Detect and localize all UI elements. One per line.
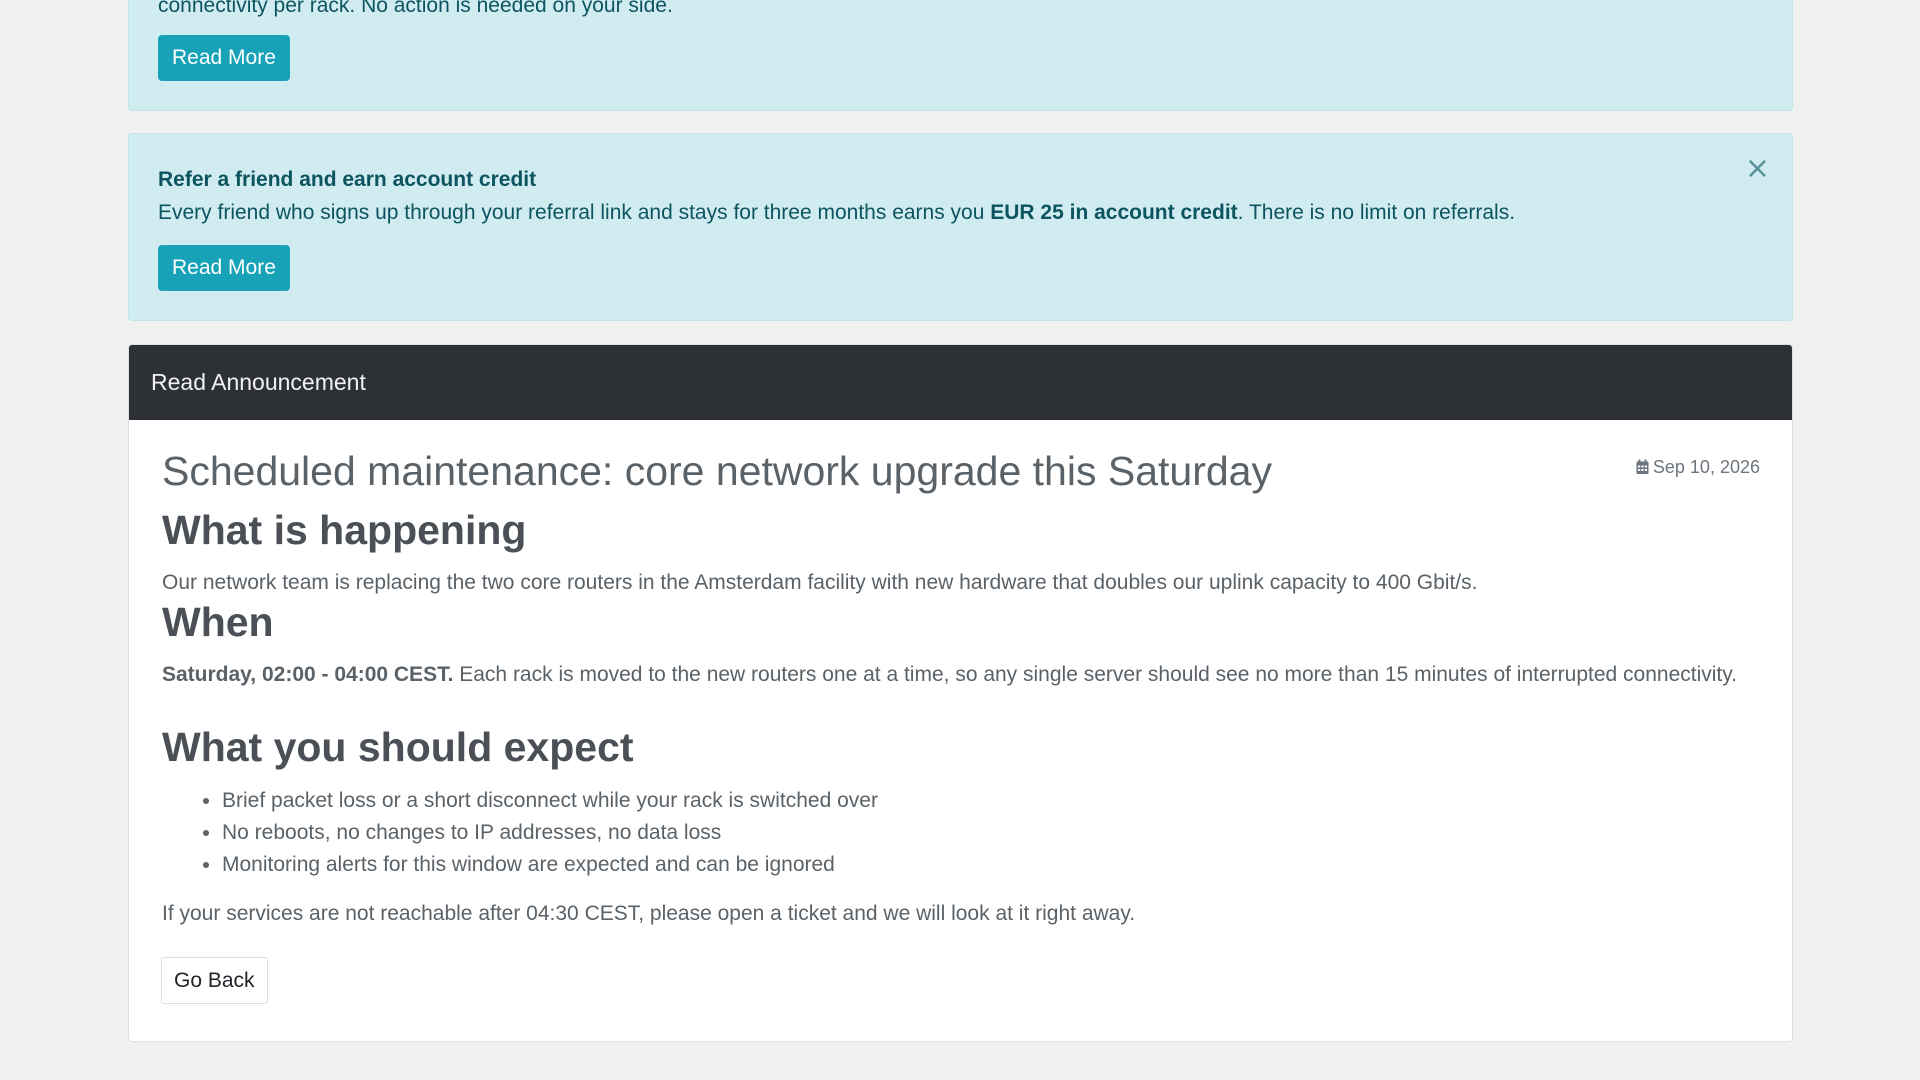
close-icon[interactable]: ×: [1745, 154, 1770, 184]
list-item: Monitoring alerts for this window are ex…: [222, 849, 878, 881]
when-time: Saturday, 02:00 - 04:00 CEST.: [162, 663, 454, 686]
read-more-button[interactable]: Read More: [158, 35, 290, 81]
alert-title: Refer a friend and earn account credit: [158, 168, 537, 191]
footer-text: If your services are not reachable after…: [162, 902, 1136, 925]
section-text-when: Saturday, 02:00 - 04:00 CEST. Each rack …: [162, 658, 1762, 691]
read-more-button[interactable]: Read More: [158, 245, 290, 291]
go-back-button[interactable]: Go Back: [161, 957, 268, 1004]
section-text-happening: Our network team is replacing the two co…: [162, 571, 1478, 594]
expect-list: Brief packet loss or a short disconnect …: [162, 785, 878, 881]
list-item: No reboots, no changes to IP addresses, …: [222, 817, 878, 849]
alert-referral: Refer a friend and earn account credit E…: [128, 133, 1793, 321]
section-heading-happening: What is happening: [162, 507, 527, 553]
announcement-date: Sep 10, 2026: [1635, 457, 1760, 478]
date-text: Sep 10, 2026: [1652, 457, 1760, 477]
alert-text: Every friend who signs up through your r…: [158, 201, 1516, 224]
announcement-card: Read Announcement Scheduled maintenance:…: [128, 344, 1793, 1042]
section-heading-when: When: [162, 599, 274, 645]
list-item: Brief packet loss or a short disconnect …: [222, 785, 878, 817]
section-heading-expect: What you should expect: [162, 724, 634, 770]
announcement-title: Scheduled maintenance: core network upgr…: [162, 448, 1272, 494]
calendar-icon: [1636, 459, 1649, 474]
alert-text: connectivity per rack. No action is need…: [158, 0, 673, 17]
card-header: Read Announcement: [129, 345, 1792, 420]
when-detail: Each rack is moved to the new routers on…: [453, 663, 1738, 686]
alert-maintenance-info: connectivity per rack. No action is need…: [128, 0, 1793, 111]
